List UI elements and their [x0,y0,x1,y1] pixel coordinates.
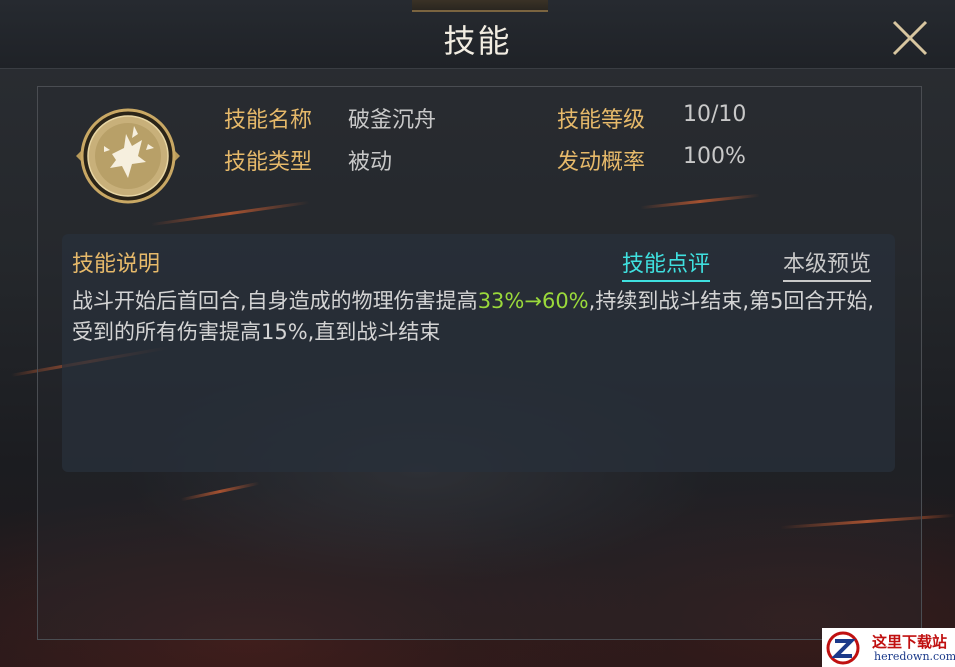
title-ornament [412,0,548,12]
close-icon[interactable] [888,16,932,60]
watermark: 这里下载站 heredown.com [822,628,955,667]
page-title: 技能 [443,22,512,60]
description-text: 战斗开始后首回合,自身造成的物理伤害提高33%→60%,持续到战斗结束,第5回合… [72,286,882,348]
description-text-part: 战斗开始后首回合,自身造成的物理伤害提高 [72,289,478,313]
site-logo-icon [826,631,860,665]
title-bar: 技能 [0,0,955,69]
description-title: 技能说明 [72,252,161,277]
damage-bonus-highlight: 33%→60% [477,289,589,313]
skill-name-label: 技能名称 [224,108,313,133]
trigger-rate-value: 100% [683,144,746,169]
tab-level-preview[interactable]: 本级预览 [783,246,872,282]
shattered-shield-icon [76,108,180,204]
skill-level-label: 技能等级 [557,108,646,133]
skill-name-value: 破釜沉舟 [348,108,437,133]
skill-type-label: 技能类型 [224,150,313,175]
skill-type-value: 被动 [348,150,393,175]
tab-skill-review[interactable]: 技能点评 [622,246,711,282]
description-box [62,234,895,472]
skill-level-value: 10/10 [683,102,747,127]
trigger-rate-label: 发动概率 [557,150,646,175]
watermark-url: heredown.com [874,650,955,663]
watermark-site-name: 这里下载站 [872,633,948,651]
